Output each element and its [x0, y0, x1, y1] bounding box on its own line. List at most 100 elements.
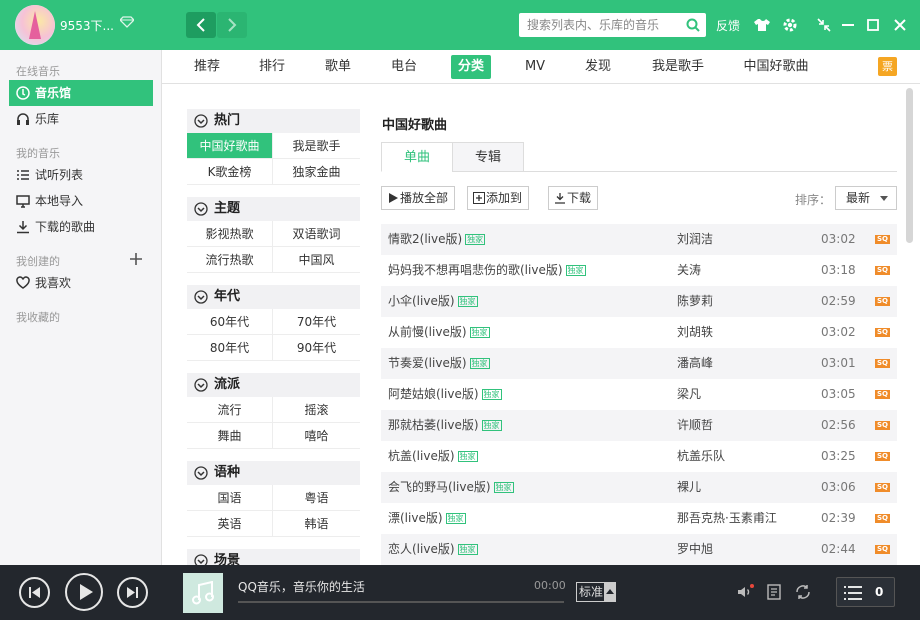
search-icon[interactable]	[686, 18, 700, 32]
song-artist[interactable]: 潘高峰	[677, 348, 713, 379]
username[interactable]: 9553下...	[60, 17, 114, 34]
song-title[interactable]: 杭盖(live版)	[388, 449, 455, 463]
song-row[interactable]: 小伞(live版) 独家 陈萝莉 02:59 SQ	[381, 286, 897, 317]
tab-i-am-singer[interactable]: 我是歌手	[651, 55, 705, 79]
lyrics-icon[interactable]	[765, 583, 783, 601]
sidebar-item-library[interactable]: 乐库	[9, 106, 153, 132]
scrollbar-thumb[interactable]	[906, 88, 913, 243]
song-title[interactable]: 从前慢(live版)	[388, 325, 467, 339]
category-item[interactable]: 我是歌手	[273, 133, 360, 159]
gear-icon[interactable]	[780, 15, 800, 35]
category-heading[interactable]: 流派	[187, 373, 360, 397]
plus-icon[interactable]	[130, 253, 142, 265]
category-item[interactable]: 中国风	[273, 247, 360, 273]
song-row[interactable]: 节奏爱(live版) 独家 潘高峰 03:01 SQ	[381, 348, 897, 379]
search-input[interactable]	[519, 13, 679, 37]
category-item[interactable]: 粤语	[273, 485, 360, 511]
category-item[interactable]: 独家金曲	[273, 159, 360, 185]
play-all-button[interactable]: 播放全部	[381, 186, 456, 210]
tab-playlists[interactable]: 歌单	[325, 55, 351, 79]
category-item[interactable]: 摇滚	[273, 397, 360, 423]
tab-sing-china[interactable]: 中国好歌曲	[743, 55, 809, 79]
song-row[interactable]: 阿楚姑娘(live版) 独家 梁凡 03:05 SQ	[381, 379, 897, 410]
tab-mv[interactable]: MV	[523, 55, 547, 79]
tab-recommend[interactable]: 推荐	[194, 55, 220, 79]
category-item[interactable]: 英语	[187, 511, 273, 537]
quality-select[interactable]: 标准	[576, 582, 616, 602]
volume-icon[interactable]	[736, 583, 754, 601]
category-item[interactable]: 70年代	[273, 309, 360, 335]
forward-button[interactable]	[217, 12, 247, 38]
skin-shirt-icon[interactable]	[752, 15, 772, 35]
category-item[interactable]: K歌金榜	[187, 159, 273, 185]
category-item[interactable]: 中国好歌曲	[187, 133, 273, 159]
category-item[interactable]: 60年代	[187, 309, 273, 335]
category-item[interactable]: 国语	[187, 485, 273, 511]
sidebar-item-trial-list[interactable]: 试听列表	[9, 162, 153, 188]
category-item[interactable]: 流行	[187, 397, 273, 423]
category-item[interactable]: 流行热歌	[187, 247, 273, 273]
song-row[interactable]: 妈妈我不想再唱悲伤的歌(live版) 独家 关涛 03:18 SQ	[381, 255, 897, 286]
previous-button[interactable]	[19, 577, 50, 608]
song-artist[interactable]: 梁凡	[677, 379, 701, 410]
song-row[interactable]: 漂(live版) 独家 那吾克热·玉素甫江 02:39 SQ	[381, 503, 897, 534]
playlist-button[interactable]: 0	[836, 577, 895, 607]
song-title[interactable]: 节奏爱(live版)	[388, 356, 467, 370]
category-heading[interactable]: 语种	[187, 461, 360, 485]
sidebar-item-favorites[interactable]: 我喜欢	[9, 270, 153, 296]
song-title[interactable]: 漂(live版)	[388, 511, 443, 525]
sidebar-item-music-hall[interactable]: 音乐馆	[9, 80, 153, 106]
next-button[interactable]	[117, 577, 148, 608]
song-title[interactable]: 情歌2(live版)	[388, 232, 462, 246]
progress-bar[interactable]	[238, 601, 564, 603]
category-item[interactable]: 舞曲	[187, 423, 273, 449]
category-item[interactable]: 双语歌词	[273, 221, 360, 247]
song-artist[interactable]: 罗中旭	[677, 534, 713, 565]
song-artist[interactable]: 许顺哲	[677, 410, 713, 441]
category-item[interactable]: 90年代	[273, 335, 360, 361]
minimize-icon[interactable]	[838, 15, 858, 35]
song-artist[interactable]: 裸儿	[677, 472, 701, 503]
song-title[interactable]: 会飞的野马(live版)	[388, 480, 491, 494]
category-heading[interactable]: 热门	[187, 109, 360, 133]
tab-category[interactable]: 分类	[451, 55, 491, 79]
song-title[interactable]: 妈妈我不想再唱悲伤的歌(live版)	[388, 263, 563, 277]
song-artist[interactable]: 那吾克热·玉素甫江	[677, 503, 777, 534]
category-heading[interactable]: 场景	[187, 549, 360, 565]
song-artist[interactable]: 刘胡轶	[677, 317, 713, 348]
song-title[interactable]: 恋人(live版)	[388, 542, 455, 556]
song-artist[interactable]: 杭盖乐队	[677, 441, 725, 472]
song-artist[interactable]: 关涛	[677, 255, 701, 286]
song-row[interactable]: 那就枯萎(live版) 独家 许顺哲 02:56 SQ	[381, 410, 897, 441]
category-item[interactable]: 影视热歌	[187, 221, 273, 247]
category-item[interactable]: 80年代	[187, 335, 273, 361]
diamond-icon[interactable]	[119, 16, 135, 30]
play-button[interactable]	[65, 573, 103, 611]
feedback-link[interactable]: 反馈	[716, 17, 740, 34]
category-heading[interactable]: 主题	[187, 197, 360, 221]
sidebar-item-downloads[interactable]: 下载的歌曲	[9, 214, 153, 240]
mini-mode-icon[interactable]	[814, 15, 834, 35]
tab-singles[interactable]: 单曲	[381, 142, 453, 172]
song-artist[interactable]: 陈萝莉	[677, 286, 713, 317]
tab-ranking[interactable]: 排行	[259, 55, 285, 79]
tab-discover[interactable]: 发现	[585, 55, 611, 79]
back-button[interactable]	[186, 12, 216, 38]
song-row[interactable]: 情歌2(live版) 独家 刘润洁 03:02 SQ	[381, 224, 897, 255]
song-row[interactable]: 从前慢(live版) 独家 刘胡轶 03:02 SQ	[381, 317, 897, 348]
song-title[interactable]: 阿楚姑娘(live版)	[388, 387, 479, 401]
song-row[interactable]: 杭盖(live版) 独家 杭盖乐队 03:25 SQ	[381, 441, 897, 472]
category-heading[interactable]: 年代	[187, 285, 360, 309]
song-row[interactable]: 会飞的野马(live版) 独家 裸儿 03:06 SQ	[381, 472, 897, 503]
category-item[interactable]: 韩语	[273, 511, 360, 537]
song-artist[interactable]: 刘润洁	[677, 224, 713, 255]
avatar[interactable]	[15, 5, 55, 45]
sort-select[interactable]: 最新	[835, 186, 897, 210]
sidebar-item-local-import[interactable]: 本地导入	[9, 188, 153, 214]
close-icon[interactable]	[890, 15, 910, 35]
song-title[interactable]: 小伞(live版)	[388, 294, 455, 308]
maximize-icon[interactable]	[863, 15, 883, 35]
tab-radio[interactable]: 电台	[391, 55, 417, 79]
ticket-icon[interactable]: 票	[878, 57, 897, 76]
category-item[interactable]: 嘻哈	[273, 423, 360, 449]
